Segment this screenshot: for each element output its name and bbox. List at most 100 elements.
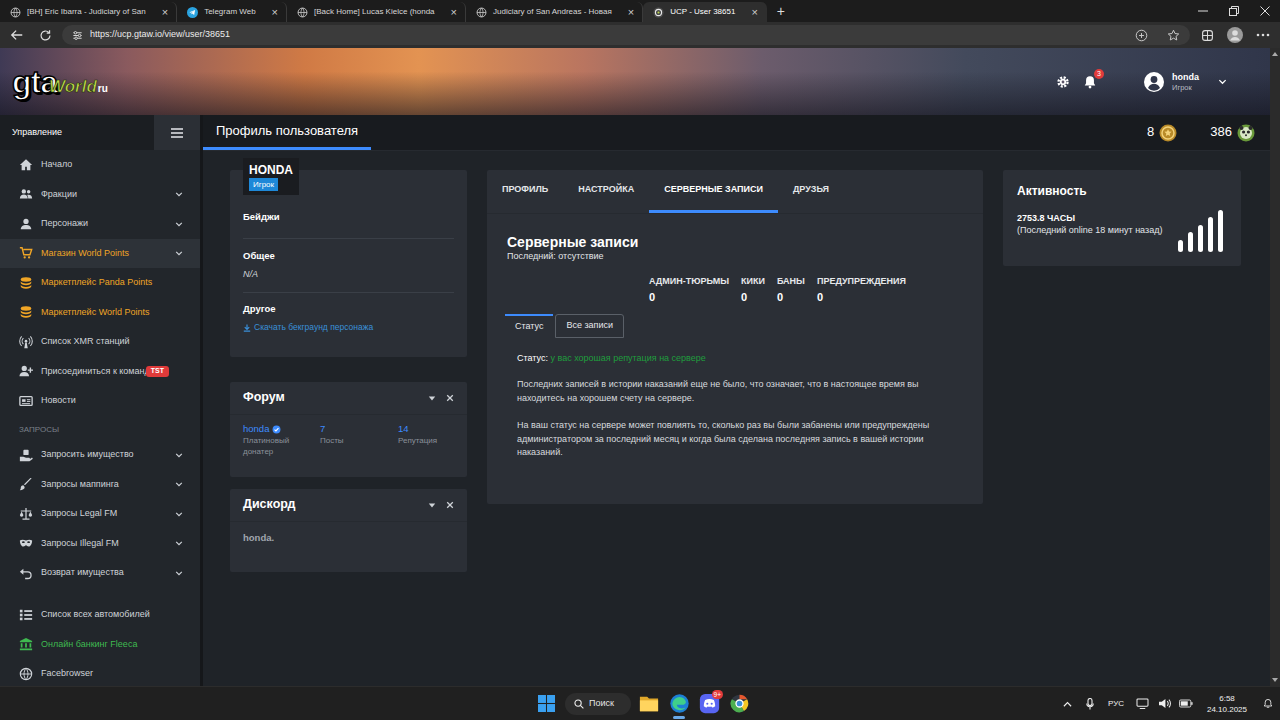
download-link-text[interactable]: Скачать бекграунд персонажа — [254, 322, 373, 333]
sidebar-item[interactable]: Фракции — [0, 180, 200, 210]
reader-view-icon[interactable] — [1135, 29, 1148, 42]
page-scrollbar[interactable] — [1270, 48, 1280, 686]
sidebar-item[interactable]: Запросить имущество — [0, 440, 200, 470]
user-menu[interactable]: honda Игрок — [1172, 72, 1214, 92]
new-tab-button[interactable]: + — [767, 0, 795, 22]
sidebar-item-label[interactable]: Запросы маппинга — [41, 479, 119, 490]
scroll-down-icon[interactable] — [1272, 678, 1278, 682]
profile-tab[interactable]: СЕРВЕРНЫЕ ЗАПИСИ — [649, 170, 778, 213]
sidebar-item[interactable]: Возврат имущества — [0, 558, 200, 588]
profile-tab[interactable]: НАСТРОЙКА — [563, 170, 649, 213]
search-placeholder[interactable]: Поиск — [589, 698, 614, 709]
sidebar-item-label[interactable]: Запросы Illegal FM — [41, 538, 119, 549]
profile-tab[interactable]: ДРУЗЬЯ — [778, 170, 844, 213]
scroll-up-icon[interactable] — [1272, 52, 1278, 56]
taskbar-search[interactable]: Поиск — [565, 693, 631, 715]
input-language[interactable]: РУС — [1104, 699, 1128, 709]
favorite-star-icon[interactable] — [1167, 29, 1180, 42]
sidebar-item[interactable]: Онлайн банкинг Fleeca — [0, 630, 200, 660]
microphone-icon[interactable] — [1082, 698, 1098, 710]
close-x-icon[interactable] — [446, 394, 454, 402]
sidebar-item[interactable]: Список всех автомобилей — [0, 600, 200, 630]
sidebar-item-label[interactable]: Присоединиться к команде! — [41, 366, 157, 377]
sidebar-item-label[interactable]: Новости — [41, 395, 76, 406]
browser-tab[interactable]: UCP - User 38651× — [643, 2, 767, 22]
sidebar-item[interactable]: Присоединиться к команде!TST — [0, 357, 200, 387]
settings-gear-icon[interactable] — [1056, 75, 1070, 89]
restore-icon[interactable] — [1218, 0, 1249, 22]
sidebar-item-label[interactable]: Facebrowser — [41, 668, 93, 679]
sidebar-item[interactable]: Запросы маппинга — [0, 470, 200, 500]
sidebar-item[interactable]: Запросы Illegal FM — [0, 529, 200, 559]
browser-tab[interactable]: [BH] Eric Ibarra - Judiciary of San× — [0, 2, 177, 22]
taskbar-app-icon[interactable]: 9+ — [694, 688, 724, 720]
caret-up-icon[interactable] — [1060, 701, 1076, 707]
sidebar-item-label[interactable]: Персонажи — [41, 218, 88, 229]
notifications-button[interactable]: 3 — [1083, 75, 1097, 89]
sidebar-item-label[interactable]: Начало — [41, 159, 72, 170]
sidebar-item[interactable]: Начало — [0, 150, 200, 180]
url-text[interactable]: https://ucp.gtaw.io/view/user/38651 — [90, 29, 1128, 40]
sidebar-item-label[interactable]: Маркетплейс World Points — [41, 307, 150, 318]
sidebar-item[interactable]: Персонажи — [0, 209, 200, 239]
sidebar-item-label[interactable]: Список всех автомобилей — [41, 609, 150, 620]
sidebar-item-label[interactable]: Онлайн банкинг Fleeca — [41, 639, 137, 650]
battery-icon[interactable] — [1178, 699, 1194, 708]
browser-tab[interactable]: Judiciary of San Andreas - Новая× — [466, 2, 643, 22]
reload-icon[interactable] — [34, 25, 56, 45]
taskbar-app-icon[interactable] — [724, 688, 754, 720]
sidebar-item-label[interactable]: Запросить имущество — [41, 449, 134, 460]
menu-toggle-button[interactable] — [154, 115, 200, 150]
browser-tab[interactable]: [Back Home] Lucas Kielce (honda× — [287, 2, 466, 22]
chevron-down-icon[interactable] — [1218, 77, 1227, 86]
more-menu-icon[interactable] — [1252, 25, 1274, 45]
profile-tab[interactable]: ПРОФИЛЬ — [487, 170, 563, 213]
start-windows-icon[interactable] — [535, 690, 557, 718]
site-info-icon[interactable] — [72, 30, 83, 41]
sidebar-item[interactable]: Список XMR станций — [0, 327, 200, 357]
address-bar[interactable]: https://ucp.gtaw.io/view/user/38651 — [62, 25, 1190, 45]
sidebar-item-label[interactable]: Список XMR станций — [41, 336, 130, 347]
tab-close-button[interactable]: × — [451, 7, 457, 18]
site-logo[interactable]: gta World ru — [12, 66, 108, 98]
browser-tab[interactable]: Telegram Web× — [177, 2, 287, 22]
minimize-icon[interactable] — [1187, 0, 1218, 22]
collapse-caret-icon[interactable] — [428, 394, 436, 402]
close-x-icon[interactable] — [446, 501, 454, 509]
extensions-icon[interactable] — [1196, 25, 1218, 45]
discord-title: Дискорд — [243, 497, 428, 513]
user-avatar-icon[interactable] — [1144, 72, 1164, 92]
sidebar-item[interactable]: Запросы Legal FM — [0, 499, 200, 529]
sidebar-item-content: Запросить имущество — [19, 448, 169, 462]
notification-bell-icon[interactable] — [1260, 698, 1276, 709]
sidebar-item[interactable]: Новости — [0, 386, 200, 416]
sidebar-item-label[interactable]: Фракции — [41, 189, 77, 200]
sidebar-item[interactable]: Маркетплейс Panda Points — [0, 268, 200, 298]
profile-avatar-icon[interactable] — [1224, 25, 1246, 45]
records-subtab[interactable]: Все записи — [555, 314, 624, 338]
taskbar-app-icon[interactable] — [634, 688, 664, 720]
sidebar-item[interactable]: Facebrowser — [0, 659, 200, 686]
tab-close-button[interactable]: × — [162, 7, 168, 18]
sidebar-item-label[interactable]: Возврат имущества — [41, 567, 124, 578]
sidebar-item[interactable]: Магазин World Points — [0, 239, 200, 269]
records-subtab[interactable]: Статус — [505, 314, 553, 338]
tab-close-button[interactable]: × — [751, 7, 757, 18]
collapse-caret-icon[interactable] — [428, 501, 436, 509]
forum-user-name[interactable]: honda — [243, 423, 269, 435]
tab-close-button[interactable]: × — [272, 7, 278, 18]
network-icon[interactable] — [1134, 698, 1150, 709]
close-icon[interactable] — [1249, 0, 1280, 22]
sidebar-item-label[interactable]: Запросы Legal FM — [41, 508, 117, 519]
sidebar-item-label[interactable]: Магазин World Points — [41, 248, 129, 259]
taskbar-app-icon[interactable] — [664, 688, 694, 720]
clock[interactable]: 6:58 24.10.2025 — [1200, 693, 1254, 715]
download-background-link[interactable]: Скачать бекграунд персонажа — [243, 322, 454, 333]
sidebar-item-label[interactable]: Маркетплейс Panda Points — [41, 277, 152, 288]
sidebar-item-icon — [19, 507, 33, 521]
volume-icon[interactable] — [1156, 698, 1172, 709]
tab-close-button[interactable]: × — [628, 7, 634, 18]
back-arrow-icon[interactable] — [6, 25, 28, 45]
forum-user[interactable]: honda — [243, 423, 320, 435]
sidebar-item[interactable]: Маркетплейс World Points — [0, 298, 200, 328]
